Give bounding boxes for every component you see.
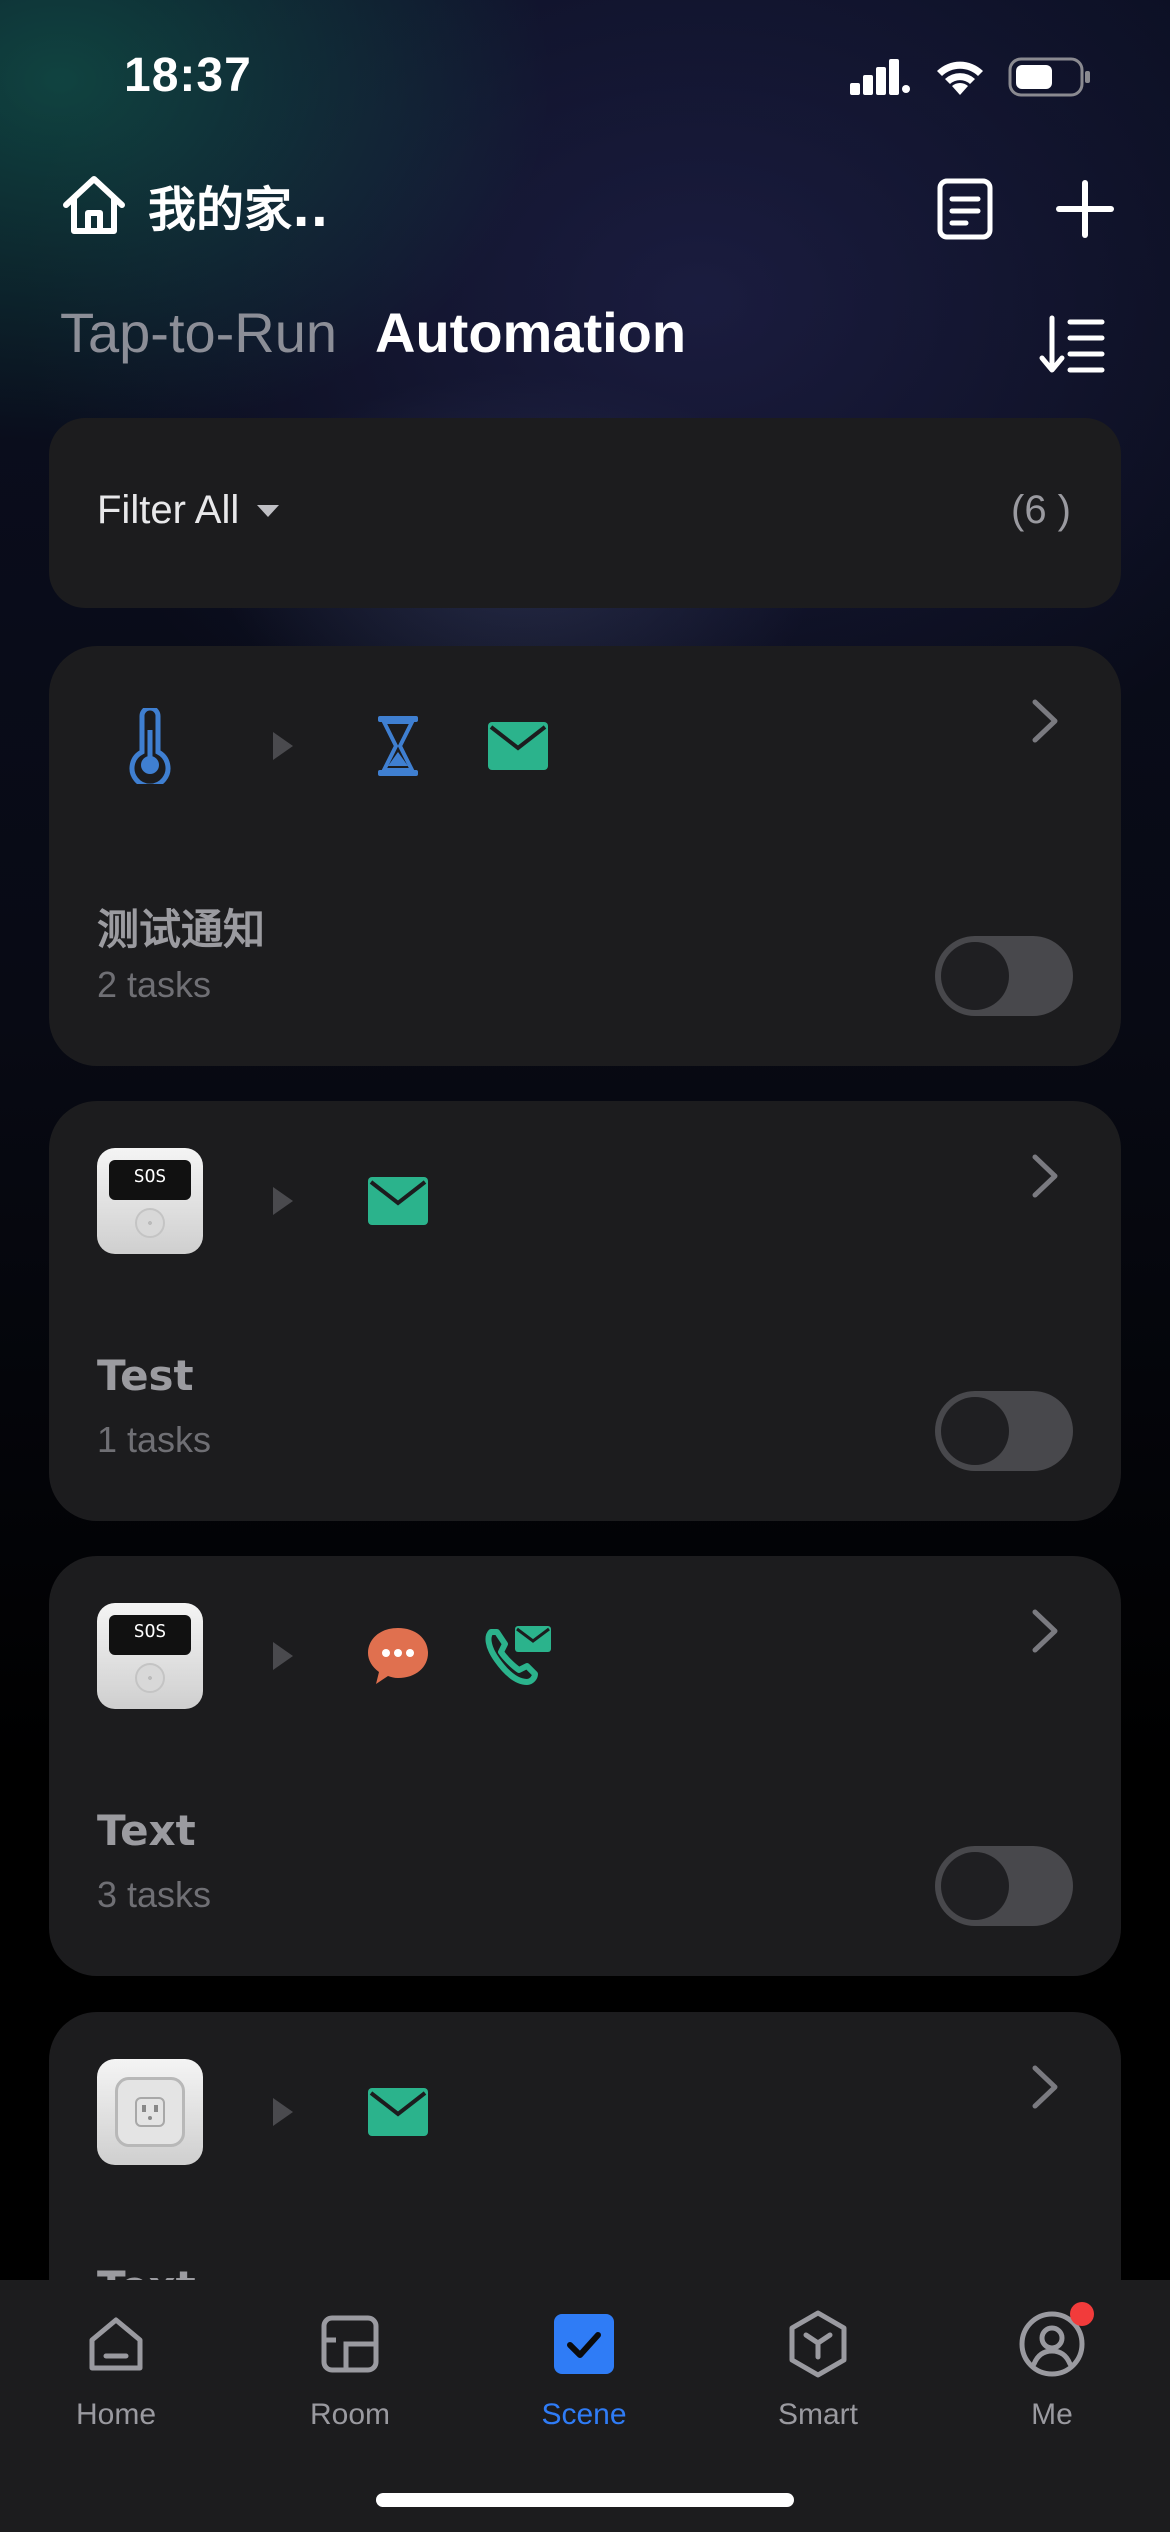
tab-me-label: Me	[1031, 2398, 1073, 2431]
automation-card[interactable]: 测试通知 2 tasks	[49, 646, 1121, 1066]
hourglass-icon	[363, 711, 433, 781]
automation-flow	[97, 2057, 483, 2167]
scene-icon	[544, 2304, 624, 2384]
tab-scene-label: Scene	[541, 2398, 627, 2431]
automation-list: 测试通知 2 tasks SOS Test 1 tasks SOS Text 3…	[0, 646, 1170, 2280]
home-title: 我的家..	[148, 182, 329, 238]
flow-arrow-icon	[263, 2092, 303, 2132]
thermometer-icon	[97, 693, 203, 799]
sos-device-icon: SOS	[97, 1603, 203, 1709]
automation-count: (6 )	[1011, 488, 1071, 532]
automation-task-count: 1 tasks	[97, 1419, 212, 1460]
sos-device-icon: SOS	[97, 1148, 203, 1254]
mail-icon	[363, 1166, 433, 1236]
automation-toggle[interactable]	[935, 936, 1073, 1016]
flow-arrow-icon	[263, 1636, 303, 1676]
sort-button[interactable]	[1038, 310, 1108, 380]
smart-plug-icon	[97, 2059, 203, 2165]
chevron-right-icon	[1032, 699, 1058, 743]
automation-task-count: 3 tasks	[97, 1874, 212, 1915]
flow-arrow-icon	[263, 726, 303, 766]
mail-icon	[483, 711, 553, 781]
chat-bubble-icon	[363, 1621, 433, 1691]
plus-icon	[1056, 180, 1114, 238]
automation-flow: SOS	[97, 1146, 483, 1256]
mail-icon	[363, 2077, 433, 2147]
status-bar: 18:37	[0, 0, 1170, 150]
scene-tabs: Tap-to-Run Automation	[60, 300, 686, 390]
tab-home-label: Home	[75, 2398, 157, 2431]
toggle-knob	[941, 1397, 1009, 1465]
automation-flow: SOS	[97, 1601, 603, 1711]
automation-name: Test	[97, 1351, 194, 1400]
home-icon	[76, 2304, 156, 2384]
home-indicator	[376, 2493, 794, 2507]
automation-card[interactable]: Text	[49, 2012, 1121, 2280]
home-selector[interactable]: 我的家..	[60, 170, 328, 240]
phone-mail-icon	[483, 1621, 553, 1691]
tab-room-label: Room	[309, 2398, 391, 2431]
automation-flow	[97, 691, 603, 801]
filter-label: Filter All	[97, 488, 240, 532]
filter-dropdown[interactable]: Filter All	[97, 488, 281, 533]
sort-list-icon	[1039, 315, 1105, 373]
chevron-right-icon	[1032, 1154, 1058, 1198]
chevron-right-icon	[1032, 1609, 1058, 1653]
automation-card[interactable]: SOS Test 1 tasks	[49, 1101, 1121, 1521]
tab-room[interactable]: Room	[250, 2304, 450, 2432]
chevron-right-icon	[1032, 2065, 1058, 2109]
automation-name: Text	[97, 2262, 196, 2280]
status-icons	[850, 56, 1092, 98]
house-icon	[63, 176, 125, 234]
cellular-signal-icon	[850, 59, 910, 95]
automation-toggle[interactable]	[935, 1846, 1073, 1926]
tab-automation[interactable]: Automation	[375, 300, 686, 365]
status-time: 18:37	[124, 49, 252, 102]
sos-device-label: SOS	[133, 1166, 167, 1187]
profile-icon	[1012, 2302, 1094, 2384]
caret-down-icon	[257, 504, 280, 517]
toggle-knob	[941, 1852, 1009, 1920]
sos-device-label: SOS	[133, 1621, 167, 1642]
flow-arrow-icon	[263, 1181, 303, 1221]
automation-name: Text	[97, 1806, 196, 1855]
automation-task-count: 2 tasks	[97, 964, 212, 1005]
battery-icon	[1008, 57, 1090, 97]
automation-toggle[interactable]	[935, 1391, 1073, 1471]
notification-badge	[1070, 2302, 1094, 2326]
toggle-knob	[941, 942, 1009, 1010]
wifi-icon	[937, 61, 983, 95]
document-icon	[937, 178, 993, 240]
tab-me[interactable]: Me	[952, 2302, 1152, 2432]
tab-smart[interactable]: Smart	[718, 2304, 918, 2432]
filter-bar: Filter All (6 )	[49, 418, 1121, 608]
header: 我的家..	[0, 160, 1170, 260]
tab-smart-label: Smart	[777, 2398, 858, 2431]
automation-card[interactable]: SOS Text 3 tasks	[49, 1556, 1121, 1976]
tab-scene[interactable]: Scene	[484, 2304, 684, 2432]
smart-icon	[778, 2304, 858, 2384]
add-button[interactable]	[1050, 174, 1120, 244]
automation-name: 测试通知	[97, 905, 266, 954]
tab-tap-to-run[interactable]: Tap-to-Run	[60, 300, 337, 365]
log-button[interactable]	[930, 174, 1000, 244]
tab-home[interactable]: Home	[16, 2304, 216, 2432]
room-icon	[310, 2304, 390, 2384]
